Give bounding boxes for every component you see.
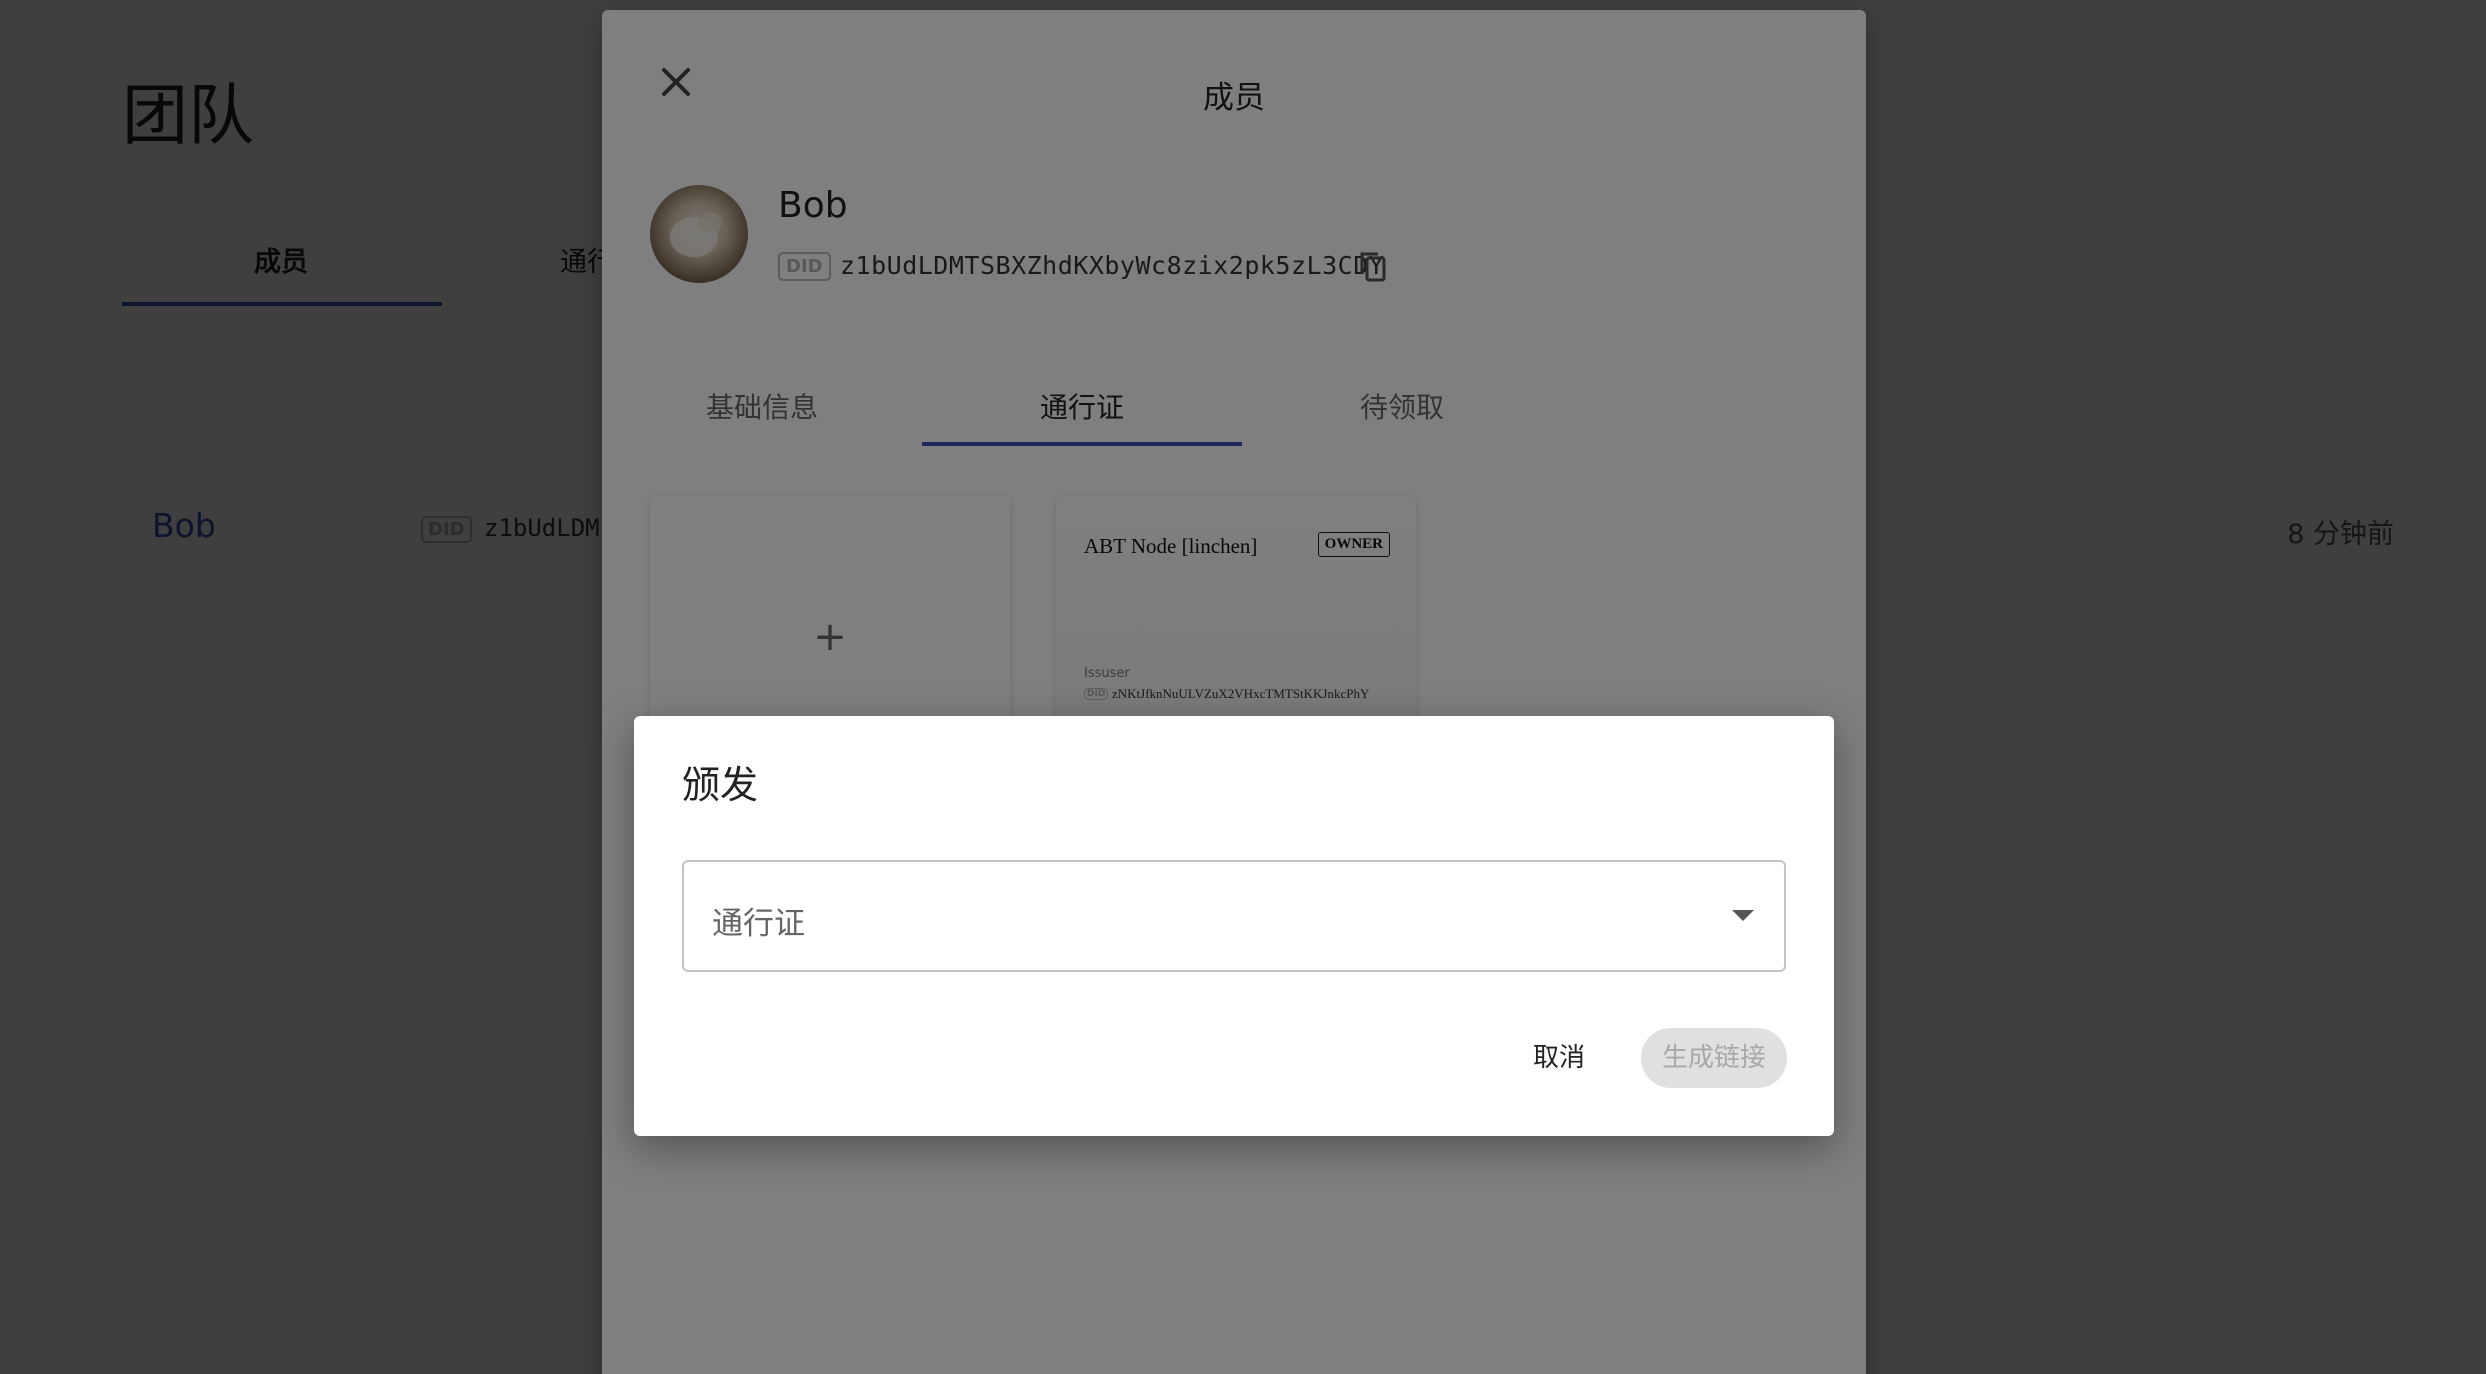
cancel-button[interactable]: 取消 [1506, 1028, 1612, 1088]
generate-link-button[interactable]: 生成链接 [1641, 1028, 1787, 1088]
dialog-title: 颁发 [682, 763, 759, 807]
issue-dialog: 颁发 通行证 取消 生成链接 [634, 716, 1834, 1136]
select-placeholder: 通行证 [712, 906, 805, 942]
passport-select[interactable]: 通行证 [682, 860, 1786, 972]
dialog-backdrop[interactable] [0, 0, 2486, 1374]
caret-down-icon [1732, 910, 1754, 921]
